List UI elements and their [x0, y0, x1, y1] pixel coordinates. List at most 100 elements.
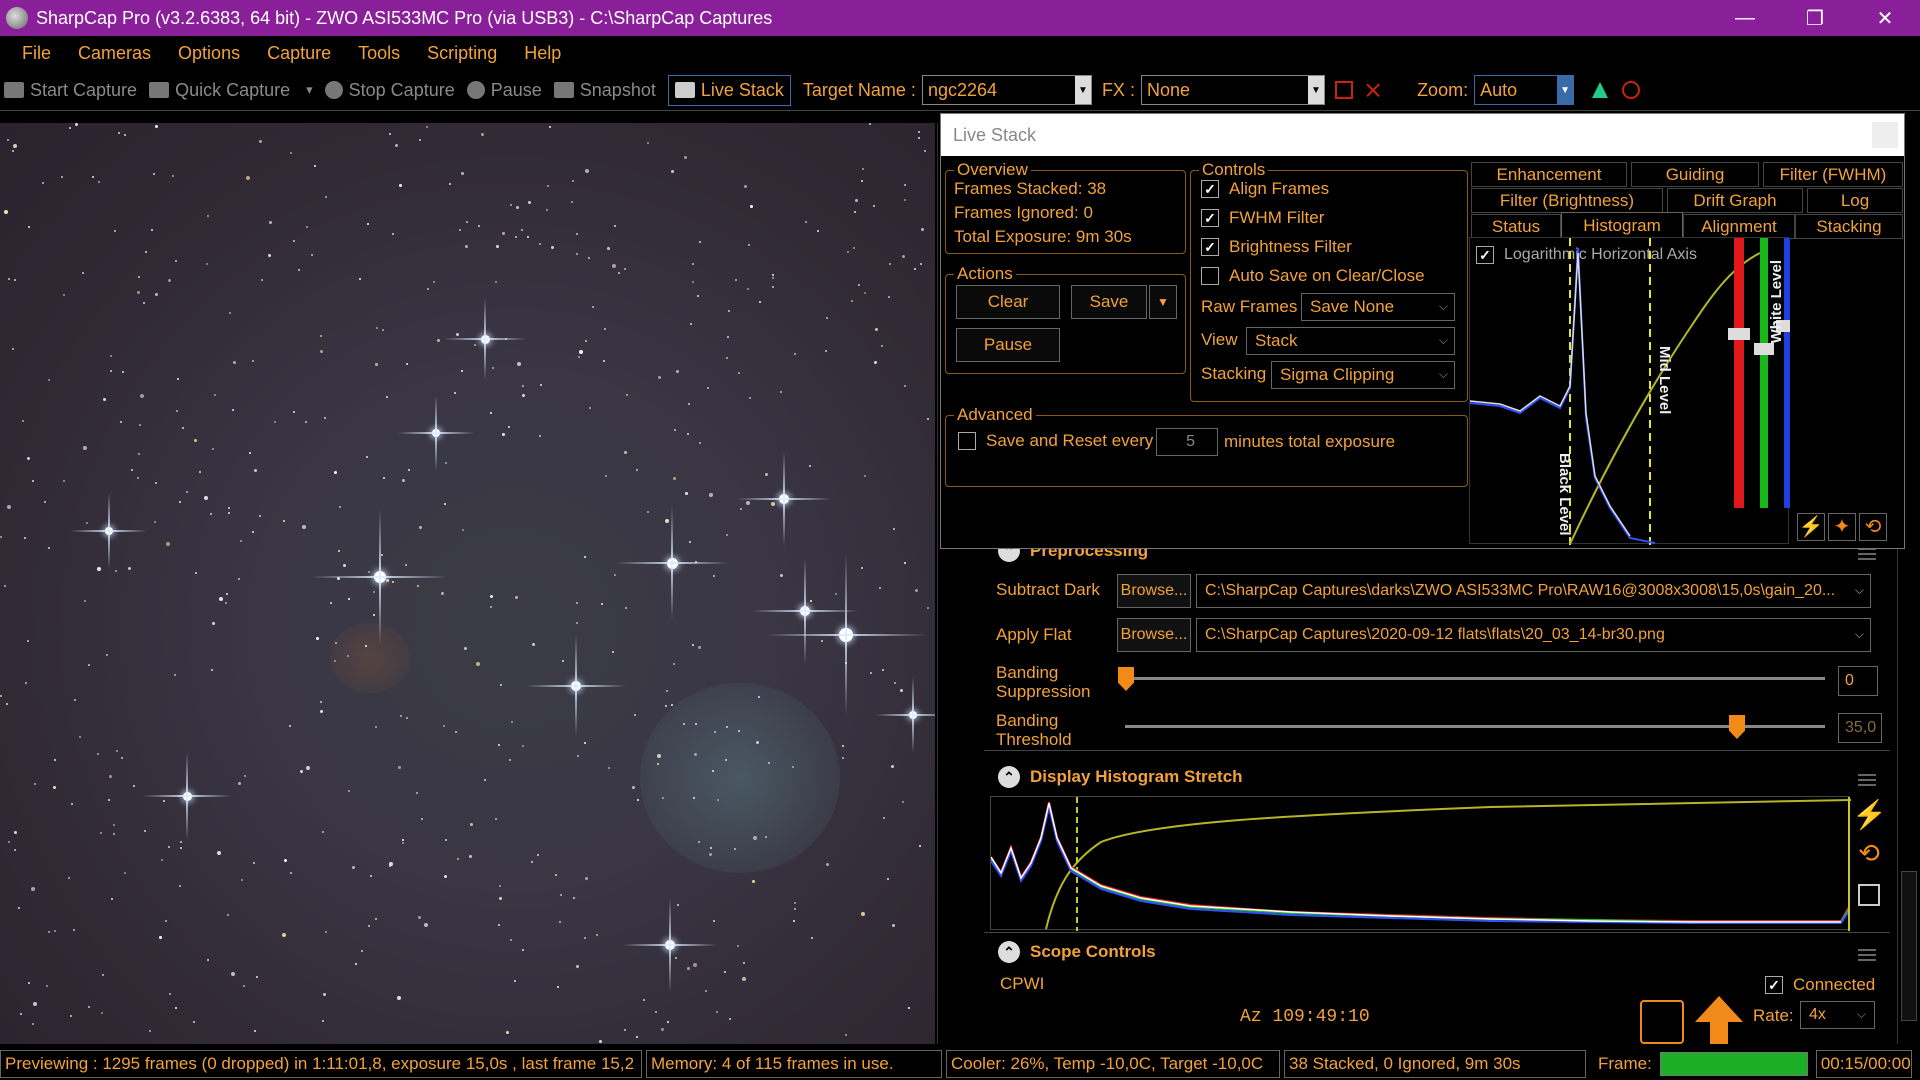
menu-capture[interactable]: Capture [255, 43, 346, 64]
live-stack-close-button[interactable] [1872, 122, 1898, 148]
banding-threshold-value[interactable]: 35,0 [1838, 713, 1882, 743]
red-square-icon[interactable] [1334, 81, 1353, 99]
menu-icon[interactable] [1858, 774, 1876, 786]
display-histogram-graph[interactable] [990, 796, 1852, 931]
red-cross-icon[interactable]: ⨯ [1363, 76, 1383, 105]
save-button[interactable]: Save [1071, 285, 1147, 319]
live-stack-button[interactable]: Live Stack [667, 74, 791, 106]
chevron-down-icon[interactable]: ⌵ [1855, 627, 1864, 642]
tab-filter-brightness[interactable]: Filter (Brightness) [1471, 188, 1663, 213]
fwhm-filter-checkbox[interactable]: FWHM Filter [1201, 208, 1324, 228]
checkbox-icon[interactable] [1201, 238, 1219, 256]
auto-stretch-lightning-icon[interactable]: ⚡ [1852, 798, 1887, 832]
scrollbar-thumb[interactable] [1901, 871, 1917, 1021]
star [113, 833, 115, 835]
slew-stop-icon[interactable] [1640, 1000, 1684, 1044]
tab-guiding[interactable]: Guiding [1631, 162, 1759, 187]
menu-cameras[interactable]: Cameras [66, 43, 166, 64]
checkbox-icon[interactable] [1201, 180, 1219, 198]
chevron-down-icon[interactable]: ▼ [1557, 76, 1574, 104]
tab-stacking[interactable]: Stacking [1795, 214, 1903, 239]
save-stretch-icon[interactable] [1858, 884, 1880, 906]
menu-icon[interactable] [1858, 548, 1876, 560]
banding-suppression-slider-track[interactable] [1125, 677, 1825, 680]
star [243, 985, 245, 987]
auto-save-checkbox[interactable]: Auto Save on Clear/Close [1201, 266, 1425, 286]
star [402, 842, 404, 844]
fx-combo[interactable]: None ▼ [1140, 75, 1325, 105]
rate-combo[interactable]: 4x ⌵ [1800, 1001, 1875, 1029]
zoom-combo[interactable]: Auto ▼ [1474, 75, 1575, 105]
dark-path-combo[interactable]: C:\SharpCap Captures\darks\ZWO ASI533MC … [1196, 574, 1871, 608]
chevron-down-icon[interactable]: ⌵ [1855, 583, 1864, 598]
connected-checkbox[interactable]: Connected [1765, 975, 1875, 995]
star [605, 475, 607, 477]
stop-capture-button[interactable]: Stop Capture [324, 80, 455, 101]
start-capture-button[interactable]: Start Capture [4, 80, 137, 101]
save-dropdown-icon[interactable]: ▼ [1149, 285, 1177, 319]
checkbox-icon[interactable] [958, 432, 976, 450]
tab-log[interactable]: Log [1807, 188, 1903, 213]
minutes-spinner[interactable]: 5 [1156, 428, 1218, 456]
stacking-combo[interactable]: Sigma Clipping ⌵ [1271, 361, 1455, 389]
banding-threshold-slider-track[interactable] [1125, 725, 1825, 728]
align-frames-checkbox[interactable]: Align Frames [1201, 179, 1329, 199]
menu-file[interactable]: File [10, 43, 66, 64]
quick-capture-button[interactable]: Quick Capture ▾ [149, 80, 313, 101]
tab-histogram[interactable]: Histogram [1561, 212, 1683, 239]
save-reset-checkbox[interactable]: Save and Reset every [958, 431, 1153, 451]
chevron-down-icon[interactable]: ▼ [1307, 76, 1324, 104]
move-up-arrow-icon[interactable] [1695, 996, 1743, 1022]
checkbox-icon[interactable] [1201, 267, 1219, 285]
pause-stack-button[interactable]: Pause [956, 328, 1060, 362]
histogram-icon[interactable] [1592, 82, 1609, 98]
star-tool-icon[interactable]: ✦ [1828, 513, 1856, 541]
menu-options[interactable]: Options [166, 43, 255, 64]
scope-controls-header[interactable]: ⌃ Scope Controls [998, 941, 1156, 963]
live-stack-histogram[interactable]: Logarithmic Horizontal Axis Black Level … [1469, 237, 1790, 545]
menu-tools[interactable]: Tools [346, 43, 415, 64]
pause-button[interactable]: Pause [466, 80, 542, 101]
tab-drift-graph[interactable]: Drift Graph [1667, 188, 1803, 213]
chevron-down-icon[interactable]: ⌵ [1439, 367, 1448, 382]
snapshot-button[interactable]: Snapshot [553, 80, 656, 101]
raw-frames-combo[interactable]: Save None ⌵ [1301, 293, 1455, 321]
chevron-down-icon[interactable]: ⌵ [1439, 333, 1448, 348]
capture-image-view[interactable] [0, 123, 935, 1044]
menu-help[interactable]: Help [512, 43, 576, 64]
auto-stretch-lightning-icon[interactable]: ⚡ [1797, 513, 1825, 541]
move-up-arrow-stem[interactable] [1710, 1020, 1728, 1044]
star [400, 715, 402, 717]
close-button[interactable]: ✕ [1850, 0, 1920, 36]
chevron-down-icon[interactable]: ▼ [1074, 76, 1091, 104]
reset-icon[interactable]: ⟲ [1859, 513, 1887, 541]
banding-suppression-value[interactable]: 0 [1838, 666, 1878, 696]
reset-stretch-icon[interactable]: ⟲ [1852, 838, 1886, 872]
display-histogram-header[interactable]: ⌃ Display Histogram Stretch [998, 766, 1243, 788]
browse-dark-button[interactable]: Browse... [1117, 574, 1191, 608]
chevron-down-icon[interactable]: ⌵ [1857, 1007, 1866, 1022]
flat-path-combo[interactable]: C:\SharpCap Captures\2020-09-12 flats\fl… [1196, 618, 1871, 652]
collapse-icon[interactable]: ⌃ [998, 766, 1020, 788]
tab-filter-fwhm[interactable]: Filter (FWHM) [1763, 162, 1903, 187]
chevron-down-icon[interactable]: ⌵ [1439, 299, 1448, 314]
tab-status[interactable]: Status [1471, 214, 1561, 239]
star [854, 211, 856, 213]
brightness-filter-checkbox[interactable]: Brightness Filter [1201, 237, 1352, 257]
checkbox-icon[interactable] [1765, 976, 1783, 994]
checkbox-icon[interactable] [1201, 209, 1219, 227]
minimize-button[interactable]: — [1710, 0, 1780, 36]
quick-capture-dropdown-icon[interactable]: ▾ [306, 82, 313, 98]
view-combo[interactable]: Stack ⌵ [1246, 327, 1455, 355]
zoom-search-icon[interactable] [1622, 81, 1641, 99]
star [717, 799, 719, 801]
collapse-icon[interactable]: ⌃ [998, 941, 1020, 963]
clear-button[interactable]: Clear [956, 285, 1060, 319]
browse-flat-button[interactable]: Browse... [1117, 618, 1191, 652]
tab-enhancement[interactable]: Enhancement [1471, 162, 1627, 187]
menu-scripting[interactable]: Scripting [415, 43, 512, 64]
maximize-button[interactable]: ❐ [1780, 0, 1850, 36]
menu-icon[interactable] [1858, 949, 1876, 961]
tab-alignment[interactable]: Alignment [1683, 214, 1795, 239]
target-name-combo[interactable]: ngc2264 ▼ [921, 75, 1092, 105]
